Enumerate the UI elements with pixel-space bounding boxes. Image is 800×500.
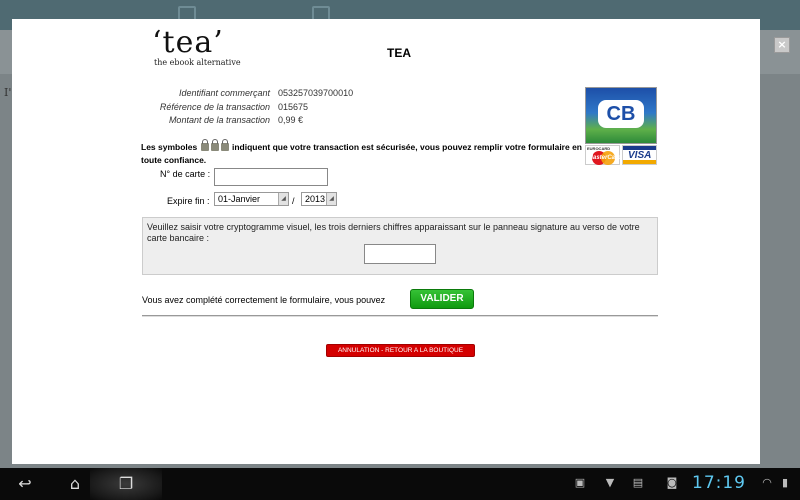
logo-word: ‘tea’	[152, 25, 224, 60]
lock-icon	[200, 139, 209, 151]
info-value: 015675	[278, 101, 309, 112]
clock: 17:19	[692, 473, 746, 493]
lock-icon	[210, 139, 219, 151]
info-label: Montant de la transaction	[168, 115, 270, 125]
cb-mark: CB	[598, 100, 644, 128]
home-icon[interactable]: ⌂	[62, 473, 88, 495]
battery-icon: ▮	[781, 476, 789, 489]
expiry-separator: /	[292, 196, 295, 206]
info-label: Référence de la transaction	[159, 101, 270, 112]
expiry-year-select[interactable]: 2013 ◢	[301, 192, 337, 206]
expiry-month-select[interactable]: 01-Janvier ◢	[214, 192, 289, 206]
dropdown-arrow-icon: ◢	[278, 193, 288, 205]
payment-dialog: ‘tea’ the ebook alternative TEA Identifi…	[12, 19, 760, 464]
logo-tagline: the ebook alternative	[154, 58, 241, 67]
card-number-input[interactable]	[214, 168, 328, 186]
cvv-instructions: Veuillez saisir votre cryptogramme visue…	[147, 222, 640, 243]
transaction-info: Identifiant commerçant 053257039700010 R…	[152, 88, 353, 129]
expiry-month-value: 01-Janvier	[218, 194, 261, 204]
info-row-reference: Référence de la transaction 015675	[152, 102, 353, 116]
divider	[142, 315, 658, 317]
background-text: I'	[4, 86, 12, 99]
visa-gold-stripe	[623, 160, 656, 164]
expiry-label: Expire fin :	[167, 196, 210, 206]
info-value: 0,99 €	[278, 115, 304, 125]
close-dialog-button[interactable]: ×	[774, 37, 790, 53]
bag-icon: ▤	[632, 476, 644, 489]
completion-text: Vous avez complété correctement le formu…	[142, 295, 386, 305]
download-icon: ▼	[605, 476, 615, 489]
visa-logo: VISA	[622, 145, 657, 165]
security-notice: Les symboles indiquent que votre transac…	[141, 139, 591, 167]
gallery-icon: ▣	[574, 476, 586, 489]
camera-icon: ◙	[666, 476, 678, 489]
wifi-icon: ◠	[762, 476, 772, 489]
info-row-amount: Montant de la transaction 0,99 €	[152, 115, 353, 129]
mastercard-label: MasterCard	[588, 155, 622, 161]
back-icon[interactable]: ↩	[12, 473, 38, 495]
merchant-title: TEA	[387, 46, 411, 60]
info-row-merchant-id: Identifiant commerçant 053257039700010	[152, 88, 353, 102]
security-text-start: Les symboles	[141, 142, 198, 152]
dropdown-arrow-icon: ◢	[326, 193, 336, 205]
card-number-label: N° de carte :	[160, 169, 211, 179]
validate-button[interactable]: VALIDER	[410, 289, 474, 309]
expiry-year-value: 2013	[305, 194, 326, 204]
recent-apps-icon[interactable]: ❐	[113, 473, 139, 495]
cvv-panel: Veuillez saisir votre cryptogramme visue…	[142, 217, 658, 275]
system-navigation-bar: ↩ ⌂ ❐ ▣ ▼ ▤ ◙ 17:19 ◠ ▮	[0, 468, 800, 500]
cb-card-logo: CB	[585, 87, 657, 144]
cvv-input[interactable]	[364, 244, 436, 264]
info-value: 053257039700010	[278, 88, 354, 98]
lock-icon	[220, 139, 229, 151]
tea-logo: ‘tea’ the ebook alternative	[152, 25, 262, 68]
info-label: Identifiant commerçant	[178, 88, 270, 98]
cancel-return-button[interactable]: ANNULATION - RETOUR A LA BOUTIQUE	[326, 344, 475, 357]
